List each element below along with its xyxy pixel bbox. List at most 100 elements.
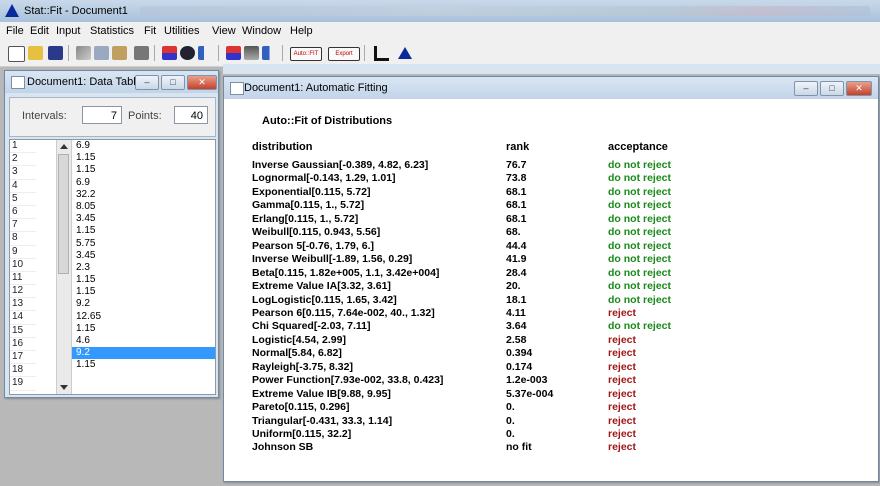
- scroll-up-arrow-icon[interactable]: [60, 144, 68, 149]
- data-cell[interactable]: 1.15: [72, 164, 215, 176]
- data-cell[interactable]: 5.75: [72, 238, 215, 250]
- data-cell[interactable]: 1.15: [72, 359, 215, 371]
- row-number[interactable]: 18: [10, 364, 36, 378]
- data-cell[interactable]: 3.45: [72, 250, 215, 262]
- data-cell[interactable]: 9.2: [72, 347, 215, 360]
- fit-result-row[interactable]: Pearson 6[0.115, 7.64e-002, 40., 1.32] 4.…: [224, 307, 878, 320]
- histogram-icon[interactable]: [198, 46, 213, 60]
- row-number[interactable]: 1: [10, 140, 36, 154]
- row-number[interactable]: 10: [10, 259, 36, 272]
- scroll-down-arrow-icon[interactable]: [60, 385, 68, 390]
- data-cell[interactable]: 4.6: [72, 335, 215, 347]
- maximize-button[interactable]: □: [820, 81, 844, 96]
- menu-statistics[interactable]: Statistics: [90, 25, 134, 37]
- menu-utilities[interactable]: Utilities: [164, 25, 199, 37]
- open-folder-icon[interactable]: [28, 46, 43, 60]
- row-number[interactable]: 11: [10, 272, 36, 286]
- data-cell[interactable]: 8.05: [72, 201, 215, 213]
- menu-help[interactable]: Help: [290, 25, 313, 37]
- data-cell[interactable]: 1.15: [72, 323, 215, 335]
- new-document-icon[interactable]: [8, 46, 25, 62]
- fit-result-row[interactable]: Weibull[0.115, 0.943, 5.56] 68. do not rej…: [224, 226, 878, 239]
- row-number[interactable]: 14: [10, 311, 36, 325]
- fit-result-row[interactable]: Pareto[0.115, 0.296] 0. reject: [224, 401, 878, 414]
- maximize-button[interactable]: □: [161, 75, 185, 90]
- auto-fit-button[interactable]: Auto::FIT: [290, 47, 322, 61]
- data-cell[interactable]: 9.2: [72, 298, 215, 310]
- setup-fit-icon[interactable]: [226, 46, 241, 60]
- fit-result-row[interactable]: Power Function[7.93e-002, 33.8, 0.423] 1.…: [224, 374, 878, 387]
- data-table-titlebar[interactable]: Document1: Data Table – □ ✕: [5, 71, 218, 93]
- fit-result-row[interactable]: Inverse Gaussian[-0.389, 4.82, 6.23] 76.7…: [224, 159, 878, 172]
- fit-result-row[interactable]: Triangular[-0.431, 33.3, 1.14] 0. reject: [224, 415, 878, 428]
- data-cell[interactable]: 1.15: [72, 152, 215, 164]
- fit-result-row[interactable]: Lognormal[-0.143, 1.29, 1.01] 73.8 do not …: [224, 172, 878, 185]
- row-number[interactable]: 15: [10, 325, 36, 338]
- row-number[interactable]: 19: [10, 377, 36, 391]
- fit-result-row[interactable]: Erlang[0.115, 1., 5.72] 68.1 do not reject: [224, 213, 878, 226]
- intervals-input[interactable]: 7: [82, 106, 122, 124]
- data-cell[interactable]: 1.15: [72, 225, 215, 237]
- close-button[interactable]: ✕: [846, 81, 872, 96]
- data-grid-scrollbar[interactable]: [56, 140, 72, 394]
- distribution-graph-icon[interactable]: [262, 46, 277, 60]
- fit-result-row[interactable]: Normal[5.84, 6.82] 0.394 reject: [224, 347, 878, 360]
- data-cell[interactable]: 1.15: [72, 286, 215, 298]
- data-cell[interactable]: 32.2: [72, 189, 215, 201]
- fit-result-row[interactable]: Extreme Value IA[3.32, 3.61] 20. do not re…: [224, 280, 878, 293]
- cut-scissors-icon[interactable]: [76, 46, 91, 60]
- fit-result-row[interactable]: Exponential[0.115, 5.72] 68.1 do not rejec…: [224, 186, 878, 199]
- row-number[interactable]: 4: [10, 180, 36, 193]
- save-disk-icon[interactable]: [48, 46, 63, 60]
- fit-result-row[interactable]: Inverse Weibull[-1.89, 1.56, 0.29] 41.9 do…: [224, 253, 878, 266]
- row-number[interactable]: 5: [10, 193, 36, 206]
- paste-icon[interactable]: [112, 46, 127, 60]
- data-cell[interactable]: 12.65: [72, 311, 215, 323]
- row-number[interactable]: 8: [10, 232, 36, 246]
- row-number[interactable]: 17: [10, 351, 36, 365]
- menu-fit[interactable]: Fit: [144, 25, 156, 37]
- fit-result-row[interactable]: Chi Squared[-2.03, 7.11] 3.64 do not rejec…: [224, 320, 878, 333]
- menu-file[interactable]: File: [6, 25, 24, 37]
- row-number[interactable]: 13: [10, 298, 36, 312]
- fit-result-row[interactable]: Logistic[4.54, 2.99] 2.58 reject: [224, 334, 878, 347]
- minimize-button[interactable]: –: [794, 81, 818, 96]
- row-number[interactable]: 9: [10, 246, 36, 259]
- menu-view[interactable]: View: [212, 25, 236, 37]
- points-input[interactable]: 40: [174, 106, 208, 124]
- pie-chart-icon[interactable]: [180, 46, 195, 60]
- row-number[interactable]: 2: [10, 153, 36, 167]
- goodness-of-fit-icon[interactable]: [244, 46, 259, 60]
- data-cell[interactable]: 6.9: [72, 140, 215, 152]
- print-icon[interactable]: [134, 46, 149, 60]
- fit-result-row[interactable]: Uniform[0.115, 32.2] 0. reject: [224, 428, 878, 441]
- data-cell[interactable]: 3.45: [72, 213, 215, 225]
- fit-result-row[interactable]: Gamma[0.115, 1., 5.72] 68.1 do not reject: [224, 199, 878, 212]
- export-button[interactable]: Export: [328, 47, 360, 61]
- fit-result-row[interactable]: Pearson 5[-0.76, 1.79, 6.] 44.4 do not rej…: [224, 240, 878, 253]
- data-cell[interactable]: 2.3: [72, 262, 215, 274]
- data-cell[interactable]: 1.15: [72, 274, 215, 286]
- scroll-thumb[interactable]: [58, 154, 69, 274]
- menu-window[interactable]: Window: [242, 25, 281, 37]
- axis-icon[interactable]: [374, 46, 389, 61]
- fit-result-row[interactable]: Extreme Value IB[9.88, 9.95] 5.37e-004 rej…: [224, 388, 878, 401]
- row-number[interactable]: 12: [10, 285, 36, 299]
- fit-result-row[interactable]: LogLogistic[0.115, 1.65, 3.42] 18.1 do not…: [224, 294, 878, 307]
- copy-icon[interactable]: [94, 46, 109, 60]
- data-cell[interactable]: 6.9: [72, 177, 215, 189]
- fitting-titlebar[interactable]: Document1: Automatic Fitting – □ ✕: [224, 77, 878, 99]
- minimize-button[interactable]: –: [135, 75, 159, 90]
- close-button[interactable]: ✕: [187, 75, 217, 90]
- row-number[interactable]: 3: [10, 166, 36, 180]
- menu-edit[interactable]: Edit: [30, 25, 49, 37]
- fit-result-row[interactable]: Johnson SB no fit reject: [224, 441, 878, 454]
- row-number[interactable]: 7: [10, 219, 36, 233]
- statfit-triangle-icon[interactable]: [398, 47, 412, 59]
- row-number[interactable]: 6: [10, 206, 36, 220]
- menu-input[interactable]: Input: [56, 25, 80, 37]
- fit-result-row[interactable]: Beta[0.115, 1.82e+005, 1.1, 3.42e+004] 28…: [224, 267, 878, 280]
- row-number[interactable]: 16: [10, 338, 36, 351]
- descriptive-stats-icon[interactable]: [162, 46, 177, 60]
- fit-result-row[interactable]: Rayleigh[-3.75, 8.32] 0.174 reject: [224, 361, 878, 374]
